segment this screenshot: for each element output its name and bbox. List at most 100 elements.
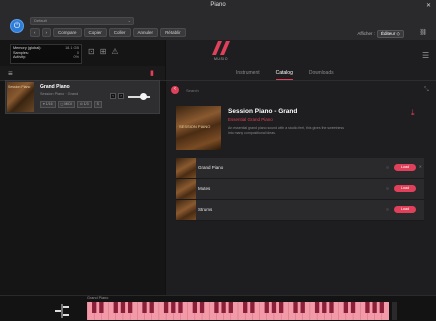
instrument-button-4[interactable]: S	[93, 101, 102, 108]
view-label: Afficher :	[357, 31, 376, 36]
musio-logo	[212, 41, 230, 55]
black-key	[120, 302, 126, 313]
hero-description: An essential grand piano sound with a st…	[228, 126, 344, 135]
nav-forward-button[interactable]: ›	[41, 28, 51, 37]
status-dot	[386, 187, 389, 190]
black-key	[214, 302, 219, 313]
collapse-icon[interactable]: ⤡	[424, 87, 429, 94]
rack-tools: ⊡ ⊞ ⚠	[88, 47, 119, 56]
load-button[interactable]: Load	[394, 185, 416, 192]
view-selector[interactable]: Afficher : Éditeur ◇	[357, 30, 404, 38]
instrument-thumbnail-label: Session Piano	[8, 85, 31, 89]
black-key	[99, 302, 104, 313]
list-item[interactable]: Strums Load	[176, 200, 424, 221]
trash-icon[interactable]: ▮	[150, 69, 154, 77]
nav-back-button[interactable]: ‹	[30, 28, 40, 37]
hero-image-label: SESSION PIANO	[179, 124, 211, 129]
menu-icon[interactable]: ☰	[422, 51, 429, 60]
hero-subtitle: Essential Grand Piano	[228, 117, 273, 122]
list-item-name: Strums	[198, 207, 213, 212]
tab-downloads[interactable]: Downloads	[309, 70, 334, 80]
compare-button[interactable]: Compare	[53, 28, 82, 37]
black-key	[113, 302, 118, 313]
black-key	[264, 302, 269, 313]
redo-button[interactable]: Rétablir	[160, 28, 186, 37]
memory-info: Memory (global): 18.1 GB Samples: 0 Activi…	[10, 44, 82, 64]
breadcrumb[interactable]: Search	[186, 88, 199, 93]
black-key	[329, 302, 334, 313]
load-button[interactable]: Load	[394, 164, 416, 171]
black-key	[365, 302, 370, 313]
paste-button[interactable]: Coller	[108, 28, 131, 37]
piano-keyboard[interactable]	[87, 302, 389, 320]
black-key	[228, 302, 233, 313]
link-icon[interactable]: ⛓	[419, 29, 427, 36]
undo-button[interactable]: Annuler	[132, 28, 159, 37]
black-key	[300, 302, 305, 313]
black-key	[250, 302, 255, 313]
black-key	[142, 302, 147, 313]
view-value[interactable]: Éditeur ◇	[377, 30, 404, 38]
black-key	[293, 302, 298, 313]
black-key	[92, 302, 97, 313]
list-item[interactable]: Mutes Load	[176, 179, 424, 200]
list-item-thumbnail	[176, 200, 196, 220]
black-key	[163, 302, 169, 313]
instrument-subtitle: Session Piano · Grand	[40, 92, 79, 96]
black-key	[372, 302, 377, 313]
list-item-name: Mutes	[198, 186, 211, 191]
chevron-down-icon: ⌄	[127, 18, 131, 23]
black-key	[278, 302, 284, 313]
black-key	[350, 302, 356, 313]
preset-select-value: Default	[34, 18, 47, 23]
power-icon: ⏻	[13, 21, 21, 30]
next-preset-button[interactable]: ›	[118, 93, 124, 99]
black-key	[178, 302, 183, 313]
black-key	[221, 302, 226, 313]
black-key	[192, 302, 198, 313]
power-button[interactable]: ⏻	[10, 19, 24, 33]
keyboard-settings-icon[interactable]	[55, 300, 69, 318]
hero-title: Session Piano - Grand	[228, 108, 298, 115]
black-key	[243, 302, 248, 313]
rack-menu-icon[interactable]: ≡	[8, 69, 13, 78]
copy-button[interactable]: Copier	[83, 28, 107, 37]
host-nav-row: ‹ › Compare Copier Coller Annuler Rétabl…	[30, 28, 186, 37]
black-key	[322, 302, 327, 313]
download-icon[interactable]: ⤓	[411, 108, 415, 118]
list-item-name: Grand Piano	[198, 165, 224, 170]
black-key	[127, 302, 133, 313]
keyboard-label: Grand Piano	[87, 296, 109, 300]
black-key	[379, 302, 384, 313]
list-item-thumbnail	[176, 179, 196, 199]
window-title: Piano	[210, 2, 226, 8]
black-key	[149, 302, 154, 313]
brand-name: MUSIO	[214, 57, 228, 61]
keyboard-scrollbar[interactable]	[392, 302, 397, 320]
status-dot	[386, 208, 389, 211]
close-icon[interactable]: ✕	[426, 2, 431, 9]
catalog-list: Grand Piano Load ✕ Mutes Load Strums Loa…	[176, 158, 424, 221]
folder-icon[interactable]: ⊞	[100, 47, 107, 56]
instrument-button-2[interactable]: ◻ MIDI	[57, 101, 75, 108]
list-item[interactable]: Grand Piano Load ✕	[176, 158, 424, 179]
tab-catalog[interactable]: Catalog	[275, 70, 293, 80]
tab-divider	[165, 80, 436, 81]
back-button[interactable]: ‹	[171, 86, 179, 94]
prev-preset-button[interactable]: ‹	[110, 93, 116, 99]
load-button[interactable]: Load	[394, 206, 416, 213]
black-key	[199, 302, 205, 313]
tab-bar: Instrument Catalog Downloads	[236, 70, 334, 80]
instrument-button-3[interactable]: ⊙ 1/3	[76, 101, 92, 108]
instrument-name: Grand Piano	[40, 84, 70, 90]
instrument-buttons: ▾ 1/16 ◻ MIDI ⊙ 1/3 S	[40, 101, 102, 108]
black-key	[314, 302, 320, 313]
tab-instrument[interactable]: Instrument	[236, 70, 260, 80]
close-icon[interactable]: ✕	[419, 164, 422, 169]
status-dot	[386, 166, 389, 169]
warning-icon[interactable]: ⚠	[111, 47, 118, 56]
save-icon[interactable]: ⊡	[88, 47, 95, 56]
preset-select[interactable]: Default ⌄	[30, 17, 134, 25]
rack-header	[0, 66, 165, 81]
instrument-button-1[interactable]: ▾ 1/16	[40, 101, 56, 108]
